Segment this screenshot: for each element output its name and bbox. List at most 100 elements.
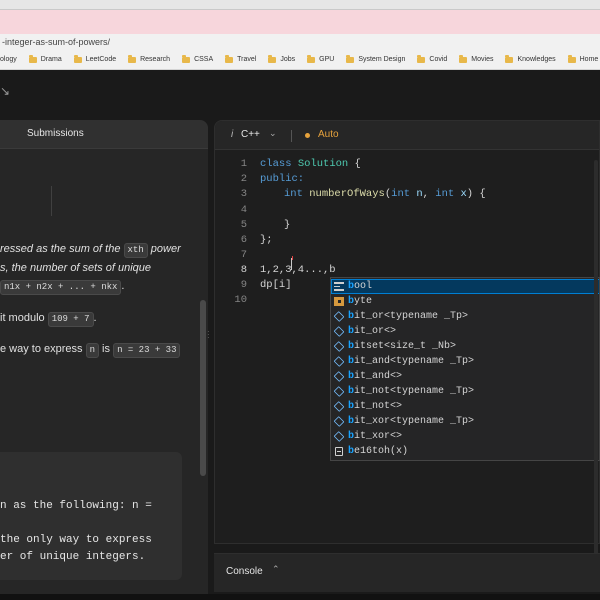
toolbar-divider bbox=[291, 130, 292, 142]
folder-icon bbox=[346, 54, 355, 63]
field-icon bbox=[333, 401, 345, 412]
folder-icon bbox=[225, 54, 234, 63]
field-icon bbox=[333, 356, 345, 367]
status-dot-icon bbox=[305, 133, 310, 138]
line-number: 2 bbox=[240, 173, 247, 185]
line-number: 5 bbox=[240, 219, 247, 231]
description-scrollbar[interactable] bbox=[200, 300, 206, 476]
line-number: 3 bbox=[240, 188, 247, 200]
suggestion-item[interactable]: bit_and<typename _Tp> bbox=[331, 354, 599, 369]
error-marker bbox=[292, 256, 293, 260]
suggestion-item[interactable]: bit_or<typename _Tp> bbox=[331, 309, 599, 324]
keyword-icon bbox=[334, 282, 344, 291]
suggestion-item[interactable]: bit_not<> bbox=[331, 399, 599, 414]
info-icon: i bbox=[231, 129, 234, 140]
field-icon bbox=[333, 416, 345, 427]
language-selector[interactable]: C++ bbox=[241, 129, 260, 140]
suggestion-item[interactable]: bit_or<> bbox=[331, 324, 599, 339]
folder-icon bbox=[73, 54, 82, 63]
auto-mode-toggle[interactable]: Auto bbox=[318, 129, 339, 140]
bookmark-system-design[interactable]: System Design bbox=[346, 54, 405, 63]
folder-icon bbox=[505, 54, 514, 63]
suggestion-item[interactable]: byte bbox=[331, 294, 599, 309]
line-number: 6 bbox=[240, 234, 247, 246]
desc-line-3: n1x + n2x + ... + nkx. bbox=[0, 280, 124, 295]
suggestion-item[interactable]: bit_and<> bbox=[331, 369, 599, 384]
bookmark-leetcode[interactable]: LeetCode bbox=[73, 54, 116, 63]
indent-guide bbox=[51, 186, 52, 216]
code-line-2: public: bbox=[260, 173, 305, 185]
editor-toolbar: i C++ ⌄ Auto bbox=[215, 121, 599, 150]
code-line-1: class Solution { bbox=[260, 158, 361, 170]
menu-icon[interactable]: ↘ bbox=[0, 84, 10, 98]
folder-icon bbox=[567, 54, 576, 63]
chevron-up-icon[interactable]: ⌃ bbox=[272, 564, 280, 575]
line-number: 8 bbox=[240, 264, 247, 276]
field-icon bbox=[333, 341, 345, 352]
example-line-1: n as the following: n = bbox=[0, 500, 152, 512]
tab-submissions[interactable]: Submissions bbox=[27, 128, 84, 139]
suggestion-item[interactable]: bool bbox=[331, 279, 599, 294]
field-icon bbox=[333, 311, 345, 322]
app-header: ↘ bbox=[0, 70, 600, 118]
line-number: 9 bbox=[240, 279, 247, 291]
bookmark-ology[interactable]: ology bbox=[0, 56, 17, 63]
bookmark-movies[interactable]: Movies bbox=[459, 54, 493, 63]
bookmark-gpu[interactable]: GPU bbox=[307, 54, 334, 63]
field-icon bbox=[333, 326, 345, 337]
bookmark-research[interactable]: Research bbox=[128, 54, 170, 63]
suggestion-item[interactable]: bit_xor<> bbox=[331, 429, 599, 444]
left-tab-bar: Submissions bbox=[0, 120, 208, 149]
console-bar[interactable]: Console ⌃ bbox=[214, 553, 600, 592]
field-icon bbox=[333, 386, 345, 397]
panel-resize-handle[interactable]: · · · bbox=[207, 328, 210, 342]
code-chip: n = 23 + 33 bbox=[113, 343, 181, 358]
tab-strip bbox=[0, 10, 600, 34]
suggestion-item[interactable]: bit_not<typename _Tp> bbox=[331, 384, 599, 399]
folder-icon bbox=[182, 54, 191, 63]
desc-line-1: ressed as the sum of the xth power bbox=[0, 243, 181, 258]
suggestion-item[interactable]: bitset<size_t _Nb> bbox=[331, 339, 599, 354]
desc-line-5: e way to express n is n = 23 + 33 bbox=[0, 343, 181, 358]
editor-scrollbar[interactable] bbox=[594, 160, 598, 580]
code-line-8: 1,2,3,4...,b bbox=[260, 264, 336, 276]
example-box: n as the following: n = the only way to … bbox=[0, 452, 182, 580]
example-line-2: the only way to express bbox=[0, 534, 152, 546]
field-icon bbox=[333, 371, 345, 382]
code-line-5: } bbox=[284, 219, 291, 231]
folder-icon bbox=[417, 54, 426, 63]
desc-line-4: it modulo 109 + 7. bbox=[0, 312, 97, 327]
bookmark-cssa[interactable]: CSSA bbox=[182, 54, 213, 63]
bookmark-jobs[interactable]: Jobs bbox=[268, 54, 295, 63]
bookmark-knowledges[interactable]: Knowledges bbox=[505, 54, 556, 63]
document-icon bbox=[335, 447, 343, 456]
suggestion-item[interactable]: be16toh(x) bbox=[331, 444, 599, 459]
code-line-6: }; bbox=[260, 234, 273, 246]
line-number: 7 bbox=[240, 249, 247, 261]
chevron-down-icon[interactable]: ⌄ bbox=[269, 128, 277, 139]
line-number: 1 bbox=[240, 158, 247, 170]
window-bottom-edge bbox=[0, 594, 600, 600]
code-chip: n bbox=[85, 343, 99, 358]
suggestion-item[interactable]: bit_xor<typename _Tp> bbox=[331, 414, 599, 429]
code-chip: xth bbox=[123, 243, 148, 258]
bookmark-drama[interactable]: Drama bbox=[28, 54, 62, 63]
desc-line-2: s, the number of sets of unique bbox=[0, 262, 152, 274]
bookmark-travel[interactable]: Travel bbox=[225, 54, 256, 63]
line-number: 10 bbox=[234, 294, 247, 306]
url-text: -integer-as-sum-of-powers/ bbox=[2, 37, 111, 47]
bookmark-covid[interactable]: Covid bbox=[417, 54, 447, 63]
console-label: Console bbox=[226, 566, 263, 577]
bookmark-home[interactable]: Home bbox=[567, 54, 598, 63]
example-line-3: er of unique integers. bbox=[0, 551, 146, 563]
code-line-3: int numberOfWays(int n, int x) { bbox=[284, 188, 486, 200]
class-icon bbox=[334, 297, 344, 306]
code-chip: n1x + n2x + ... + nkx bbox=[0, 280, 122, 295]
code-line-9: dp[i] bbox=[260, 279, 292, 291]
bookmarks-bar: ology Drama LeetCode Research CSSA Trave… bbox=[0, 50, 600, 70]
autocomplete-widget: bool byte bit_or<typename _Tp> bit_or<> … bbox=[330, 277, 600, 461]
folder-icon bbox=[307, 54, 316, 63]
address-bar[interactable]: -integer-as-sum-of-powers/ bbox=[0, 34, 600, 50]
folder-icon bbox=[459, 54, 468, 63]
folder-icon bbox=[128, 54, 137, 63]
